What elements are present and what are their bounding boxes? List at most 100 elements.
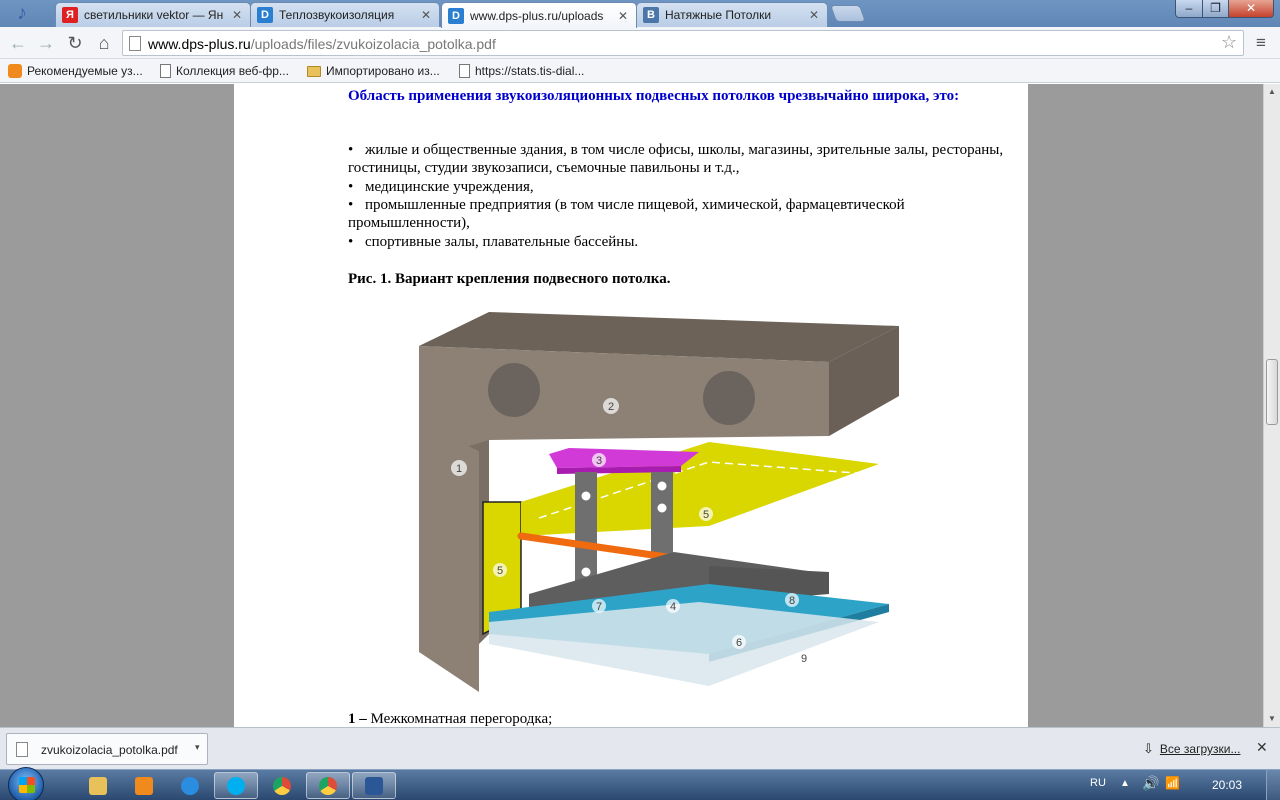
svg-text:2: 2 xyxy=(608,401,614,413)
tab-title: www.dps-plus.ru/uploads xyxy=(470,8,604,23)
download-arrow-icon: ⇩ xyxy=(1143,741,1154,756)
bookmark-label: Рекомендуемые уз... xyxy=(27,64,143,78)
list-item: • жилые и общественные здания, в том числ… xyxy=(348,142,1004,176)
list-item: • спортивные залы, плавательные бассейны. xyxy=(348,234,639,250)
taskbar-chrome[interactable] xyxy=(260,772,304,799)
close-tab-icon[interactable]: ✕ xyxy=(616,9,630,23)
close-tab-icon[interactable]: ✕ xyxy=(419,8,433,22)
tray-expand-icon[interactable]: ▲ xyxy=(1120,778,1130,789)
show-all-downloads-link[interactable]: ⇩ Все загрузки... xyxy=(1143,741,1240,757)
hanger-hole xyxy=(657,503,667,513)
bookmark-recommended[interactable]: Рекомендуемые уз... xyxy=(8,62,143,80)
download-item[interactable]: zvukoizolacia_potolka.pdf ▾ xyxy=(6,733,208,765)
tab-title: Натяжные Потолки xyxy=(665,8,772,22)
close-tab-icon[interactable]: ✕ xyxy=(807,8,821,22)
media-player-icon xyxy=(135,776,153,795)
home-icon[interactable]: ⌂ xyxy=(92,31,116,55)
address-bar[interactable]: www.dps-plus.ru/uploads/files/zvukoizola… xyxy=(122,30,1244,56)
tab-title: Теплозвукоизоляция xyxy=(279,8,395,22)
chrome-icon xyxy=(273,776,291,795)
url-text: www.dps-plus.ru/uploads/files/zvukoizola… xyxy=(148,36,496,52)
bookmark-label: https://stats.tis-dial... xyxy=(475,64,585,78)
taskbar-explorer[interactable] xyxy=(76,772,120,799)
vertical-scrollbar[interactable]: ▲ ▼ xyxy=(1263,84,1280,727)
close-icon[interactable]: ✕ xyxy=(1256,739,1268,756)
slab-hole xyxy=(488,363,540,417)
pdf-page: Область применения звукоизоляционных под… xyxy=(234,84,1028,727)
download-shelf: zvukoizolacia_potolka.pdf ▾ ⇩ Все загруз… xyxy=(0,727,1280,769)
legend-item: 1 – Межкомнатная перегородка; xyxy=(348,711,553,727)
network-icon[interactable]: 📶 xyxy=(1165,776,1180,790)
svg-text:1: 1 xyxy=(456,463,462,475)
pdf-viewport[interactable]: Область применения звукоизоляционных под… xyxy=(0,84,1263,727)
chevron-down-icon[interactable]: ▾ xyxy=(195,742,200,753)
file-icon xyxy=(16,742,28,757)
partition-wall xyxy=(419,446,479,692)
tab-vk[interactable]: В Натяжные Потолки ✕ xyxy=(636,2,828,27)
close-tab-icon[interactable]: ✕ xyxy=(230,8,244,22)
hanger-hole xyxy=(657,481,667,491)
dps-icon: D xyxy=(257,7,273,23)
svg-text:8: 8 xyxy=(789,595,795,607)
page-icon xyxy=(129,36,141,51)
tab-teplozvuk[interactable]: D Теплозвукоизоляция ✕ xyxy=(250,2,440,27)
svg-text:5: 5 xyxy=(703,509,709,521)
new-tab-button[interactable] xyxy=(829,5,867,22)
ie-icon xyxy=(181,776,199,795)
scroll-down-arrow-icon[interactable]: ▼ xyxy=(1264,711,1280,727)
explorer-icon xyxy=(89,776,107,795)
volume-icon[interactable]: 🔊 xyxy=(1142,775,1159,792)
toolbar: ← → ↻ ⌂ www.dps-plus.ru/uploads/files/zv… xyxy=(0,27,1280,59)
tab-title: светильники vektor — Ян xyxy=(84,8,224,22)
bookmark-stats[interactable]: https://stats.tis-dial... xyxy=(459,62,584,80)
start-button[interactable] xyxy=(8,767,44,800)
svg-text:5: 5 xyxy=(497,565,503,577)
chrome-icon xyxy=(319,776,337,795)
taskbar-word[interactable] xyxy=(352,772,396,799)
taskbar-media-player[interactable] xyxy=(122,772,166,799)
section-heading: Область применения звукоизоляционных под… xyxy=(348,88,960,104)
figure-caption: Рис. 1. Вариант крепления подвесного пот… xyxy=(348,271,671,287)
reload-icon[interactable]: ↻ xyxy=(63,31,87,55)
menu-icon[interactable]: ≡ xyxy=(1250,32,1272,54)
scroll-up-arrow-icon[interactable]: ▲ xyxy=(1264,84,1280,100)
tab-yandex[interactable]: Я светильники vektor — Ян ✕ xyxy=(55,2,251,27)
music-note-icon: ♪ xyxy=(17,2,27,24)
skype-icon xyxy=(227,776,245,795)
vk-icon: В xyxy=(643,7,659,23)
list-item: • промышленные предприятия (в том числе п… xyxy=(348,197,905,231)
dps-icon: D xyxy=(448,7,464,24)
bookmark-label: Коллекция веб-фр... xyxy=(176,64,289,78)
download-filename: zvukoizolacia_potolka.pdf xyxy=(41,743,178,757)
taskbar-skype[interactable] xyxy=(214,772,258,799)
taskbar: RU ▲ 🔊 📶 20:03 xyxy=(0,767,1280,800)
clamp xyxy=(549,448,699,468)
bookmark-collection[interactable]: Коллекция веб-фр... xyxy=(160,62,289,80)
language-indicator[interactable]: RU xyxy=(1090,777,1106,789)
forward-arrow-icon[interactable]: → xyxy=(34,31,58,55)
yandex-icon: Я xyxy=(62,7,78,23)
bookmark-imported-folder[interactable]: Импортировано из... xyxy=(307,62,440,80)
bulb-icon xyxy=(8,64,22,78)
close-window-button[interactable]: ✕ xyxy=(1228,0,1274,18)
svg-text:3: 3 xyxy=(596,455,602,467)
bookmark-star-icon[interactable]: ☆ xyxy=(1221,32,1237,53)
clock[interactable]: 20:03 xyxy=(1212,778,1242,792)
show-all-label: Все загрузки... xyxy=(1159,742,1241,756)
folder-icon xyxy=(307,65,321,77)
svg-text:7: 7 xyxy=(596,601,602,613)
taskbar-ie[interactable] xyxy=(168,772,212,799)
tab-strip: ♪ Я светильники vektor — Ян ✕ D Теплозву… xyxy=(0,0,1280,28)
tab-pdf-active[interactable]: D www.dps-plus.ru/uploads ✕ xyxy=(441,2,637,28)
maximize-button[interactable]: ❐ xyxy=(1202,0,1229,18)
svg-text:9: 9 xyxy=(801,653,807,665)
taskbar-chrome-active[interactable] xyxy=(306,772,350,799)
back-arrow-icon[interactable]: ← xyxy=(6,31,30,55)
slab-front xyxy=(419,346,829,452)
scroll-thumb[interactable] xyxy=(1266,359,1278,425)
ceiling-diagram: 1 2 3 4 5 5 6 7 8 9 xyxy=(419,312,899,692)
page-icon xyxy=(160,64,171,78)
windows-logo-icon xyxy=(19,777,35,793)
show-desktop-button[interactable] xyxy=(1266,770,1280,800)
minimize-button[interactable]: ‒ xyxy=(1175,0,1203,18)
